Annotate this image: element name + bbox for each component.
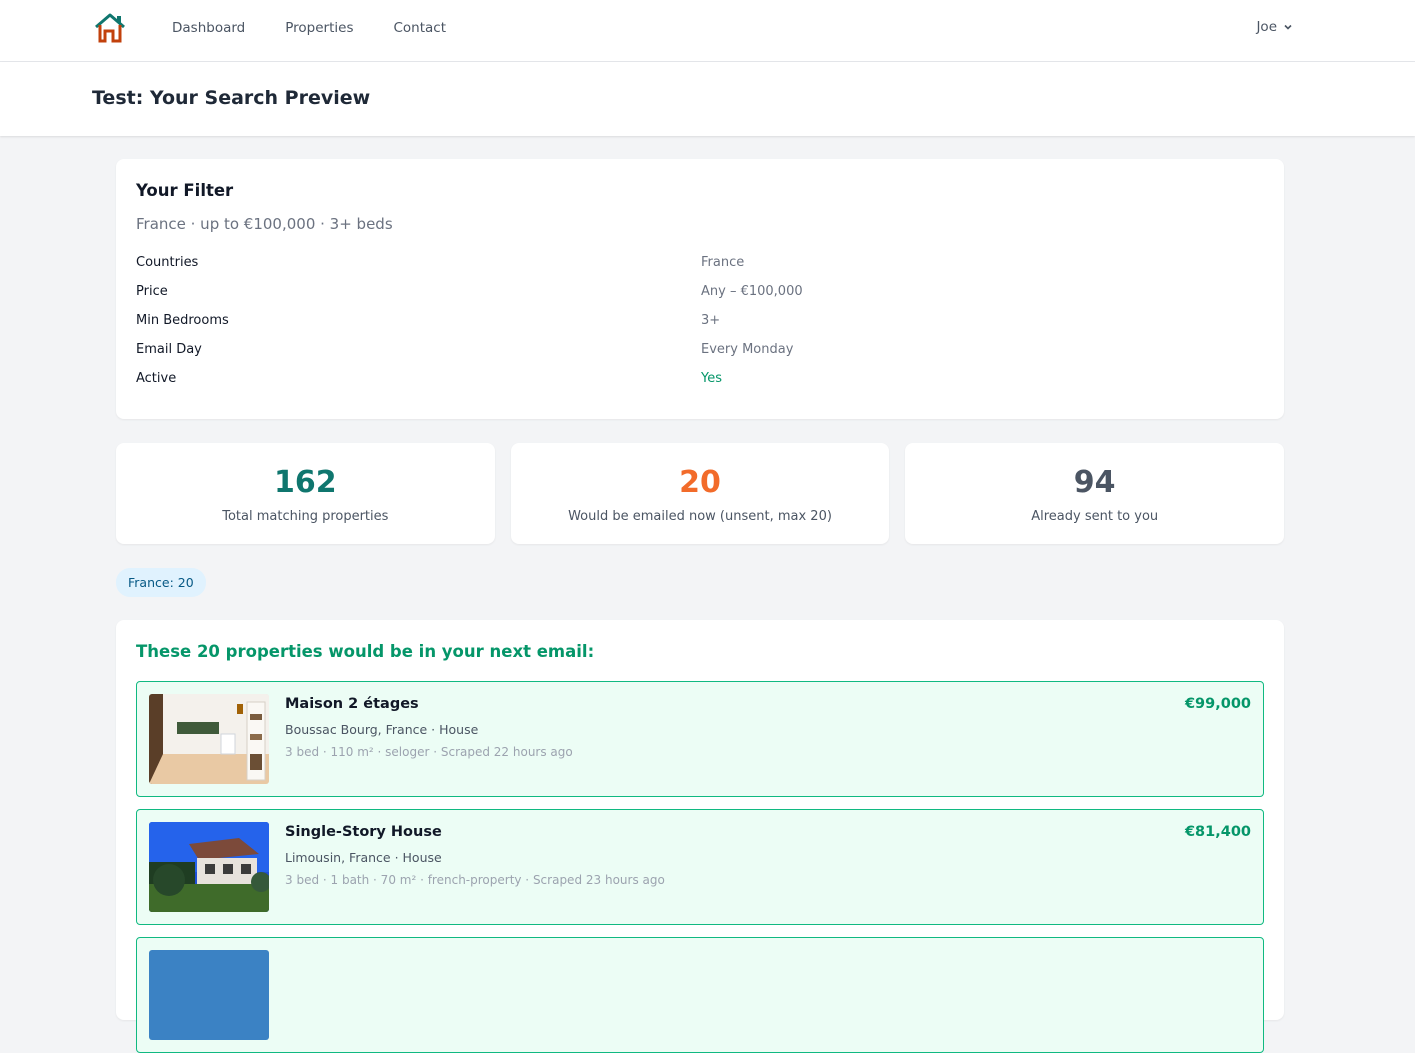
property-title[interactable]: Single-Story House xyxy=(285,824,665,840)
property-details: Maison 2 étages Boussac Bourg, France · … xyxy=(285,694,573,784)
filter-value: France xyxy=(701,255,745,270)
filter-row-price: Price Any – €100,000 xyxy=(136,277,1264,306)
page-title: Test: Your Search Preview xyxy=(92,87,371,109)
filter-title: Your Filter xyxy=(136,181,234,200)
stats-row: 162 Total matching properties 20 Would b… xyxy=(116,443,1285,544)
page-header: Test: Your Search Preview xyxy=(0,62,1415,136)
filter-row-active: Active Yes xyxy=(136,364,1264,393)
filter-row-countries: Countries France xyxy=(136,248,1264,277)
filter-key: Active xyxy=(136,371,177,386)
stat-value: 20 xyxy=(679,465,721,500)
property-details: Single-Story House Limousin, France · Ho… xyxy=(285,822,665,912)
filter-value: 3+ xyxy=(701,313,721,328)
filter-key: Price xyxy=(136,284,168,299)
results-title: These 20 properties would be in your nex… xyxy=(136,642,595,661)
property-thumbnail xyxy=(149,822,269,912)
filter-summary: France · up to €100,000 · 3+ beds xyxy=(136,215,393,233)
stat-label: Would be emailed now (unsent, max 20) xyxy=(568,509,832,524)
property-card[interactable]: Maison 2 étages Boussac Bourg, France · … xyxy=(136,681,1264,797)
nav-properties-link[interactable]: Properties xyxy=(285,20,353,36)
user-name: Joe xyxy=(1256,19,1277,35)
country-chip-row: France: 20 xyxy=(116,568,1284,597)
filter-details: Countries France Price Any – €100,000 Mi… xyxy=(136,248,1264,393)
filter-value: Any – €100,000 xyxy=(701,284,803,299)
stat-value: 94 xyxy=(1073,465,1116,500)
results-card: These 20 properties would be in your nex… xyxy=(116,620,1284,1053)
filter-row-min-bedrooms: Min Bedrooms 3+ xyxy=(136,306,1264,335)
filter-card: Your Filter France · up to €100,000 · 3+… xyxy=(116,159,1284,419)
stat-card-already-sent: 94 Already sent to you xyxy=(905,443,1285,544)
filter-value: Every Monday xyxy=(701,342,794,357)
user-menu[interactable]: Joe xyxy=(1256,19,1293,35)
nav-dashboard-link[interactable]: Dashboard xyxy=(172,20,245,36)
property-thumbnail xyxy=(149,950,269,1040)
house-logo-icon[interactable] xyxy=(93,12,127,44)
stat-card-total: 162 Total matching properties xyxy=(116,443,495,544)
country-count-badge: France: 20 xyxy=(116,568,206,597)
stat-label: Total matching properties xyxy=(222,509,389,524)
filter-key: Countries xyxy=(136,255,199,270)
stat-value: 162 xyxy=(274,465,337,500)
filter-key: Min Bedrooms xyxy=(136,313,229,328)
property-price: €99,000 xyxy=(1184,696,1251,712)
filter-row-email-day: Email Day Every Monday xyxy=(136,335,1264,364)
main-nav: Dashboard Properties Contact xyxy=(172,20,486,36)
nav-contact-link[interactable]: Contact xyxy=(393,20,446,36)
property-card[interactable]: Single-Story House Limousin, France · Ho… xyxy=(136,809,1264,925)
filter-key: Email Day xyxy=(136,342,202,357)
property-title[interactable]: Maison 2 étages xyxy=(285,696,573,712)
active-status-value: Yes xyxy=(701,371,722,386)
property-location: Limousin, France · House xyxy=(285,850,442,865)
property-meta: 3 bed · 1 bath · 70 m² · french-property… xyxy=(285,873,665,887)
property-location: Boussac Bourg, France · House xyxy=(285,722,479,737)
stat-label: Already sent to you xyxy=(1031,509,1159,524)
property-price: €81,400 xyxy=(1184,824,1251,840)
property-meta: 3 bed · 110 m² · seloger · Scraped 22 ho… xyxy=(285,745,573,759)
property-thumbnail xyxy=(149,694,269,784)
property-card[interactable] xyxy=(136,937,1264,1053)
stat-card-emailed-now: 20 Would be emailed now (unsent, max 20) xyxy=(510,443,890,544)
top-navbar: Dashboard Properties Contact Joe xyxy=(0,0,1415,62)
chevron-down-icon xyxy=(1284,24,1292,30)
